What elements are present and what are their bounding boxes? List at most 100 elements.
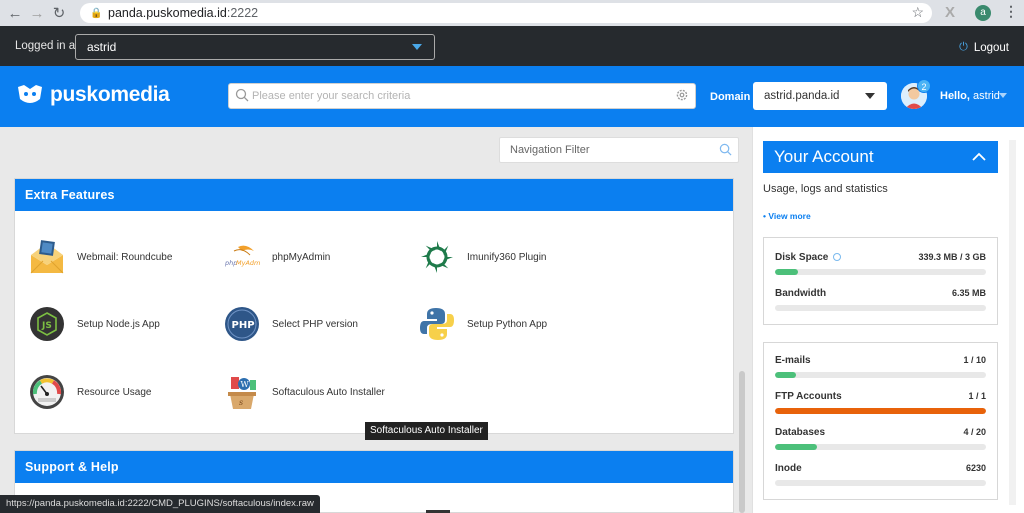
view-more-link[interactable]: • View more: [763, 211, 811, 221]
your-account-title: Your Account: [774, 147, 874, 166]
roundcube-icon: [29, 239, 65, 275]
feature-label: Resource Usage: [77, 386, 152, 398]
svg-text:MyAdmin: MyAdmin: [236, 259, 260, 267]
gauge-icon: [29, 374, 65, 410]
feature-label: Imunify360 Plugin: [467, 251, 547, 263]
caret-down-icon: [412, 44, 422, 50]
extension-icon[interactable]: X: [945, 4, 955, 21]
stat-name: Disk Space: [775, 252, 842, 263]
progress-fill: [775, 269, 799, 275]
forward-arrow-icon[interactable]: →: [26, 0, 48, 26]
stat-value: 1 / 10: [963, 355, 986, 365]
php-icon: PHP: [224, 306, 260, 342]
domain-select[interactable]: astrid.panda.id: [753, 82, 887, 110]
progress-track: [775, 269, 986, 275]
user-greeting[interactable]: Hello, astrid: [940, 90, 1000, 102]
feature-label: Setup Python App: [467, 318, 548, 330]
progress-track: [775, 444, 986, 450]
browser-toolbar: ← → ↻ 🔒 panda.puskomedia.id:2222 ☆ X a ⋮: [0, 0, 1024, 26]
progress-track: [775, 408, 986, 414]
hello-user: astrid: [973, 90, 1000, 102]
reload-icon[interactable]: ↻: [48, 0, 70, 26]
logged-in-label: Logged in as: [15, 40, 81, 52]
user-select-value: astrid: [87, 40, 117, 54]
feature-resource-usage[interactable]: Resource Usage: [29, 374, 151, 410]
search-box[interactable]: [228, 83, 696, 109]
bookmark-star-icon[interactable]: ☆: [911, 4, 924, 21]
account-subtitle: Usage, logs and statistics: [763, 183, 888, 195]
tooltip: Softaculous Auto Installer: [365, 422, 488, 440]
brand-logo[interactable]: puskomedia: [16, 83, 170, 107]
svg-text:W: W: [241, 380, 250, 389]
url-port: :2222: [226, 6, 259, 20]
svg-text:s: s: [239, 398, 243, 407]
extra-features-panel: Extra Features Webmail: Roundcube php My…: [14, 178, 734, 434]
svg-text:JS: JS: [41, 321, 52, 331]
usage-box-storage: Disk Space 339.3 MB / 3 GB Bandwidth 6.3…: [763, 237, 998, 325]
back-arrow-icon[interactable]: ←: [4, 0, 26, 26]
stat-value: 4 / 20: [963, 427, 986, 437]
feature-nodejs[interactable]: JS Setup Node.js App: [29, 306, 160, 342]
login-bar: Logged in as astrid ⏻ Logout: [0, 26, 1024, 66]
feature-python[interactable]: Setup Python App: [419, 306, 547, 342]
logout-button[interactable]: ⏻ Logout: [959, 41, 1009, 54]
feature-label: Softaculous Auto Installer: [272, 386, 385, 398]
stat-name: Bandwidth: [775, 288, 827, 299]
brand-name: puskomedia: [50, 83, 170, 106]
lock-icon: 🔒: [90, 8, 103, 19]
search-input[interactable]: [252, 87, 672, 105]
sidebar-scrollbar[interactable]: [1009, 140, 1016, 505]
main-scrollbar[interactable]: [739, 371, 745, 513]
main-content: Extra Features Webmail: Roundcube php: [0, 127, 745, 513]
logout-label: Logout: [973, 41, 1009, 54]
progress-fill: [775, 444, 818, 450]
stat-value: 1 / 1: [968, 391, 986, 401]
stat-value: 6.35 MB: [951, 288, 986, 298]
address-bar[interactable]: 🔒 panda.puskomedia.id:2222 ☆: [80, 3, 932, 23]
svg-text:PHP: PHP: [232, 320, 255, 331]
chevron-up-icon[interactable]: [972, 150, 986, 164]
notification-badge[interactable]: 2: [917, 79, 931, 93]
progress-track: [775, 305, 986, 311]
feature-softaculous[interactable]: W s Softaculous Auto Installer: [224, 374, 385, 410]
navigation-filter[interactable]: [499, 137, 739, 163]
profile-avatar[interactable]: a: [975, 5, 991, 21]
power-icon: ⏻: [959, 41, 968, 53]
caret-down-icon: [865, 93, 875, 99]
feature-label: Select PHP version: [272, 318, 358, 330]
top-header: puskomedia Domain astrid.panda.id 2 Hell…: [0, 66, 1024, 127]
stat-name: FTP Accounts: [775, 391, 842, 402]
hello-prefix: Hello,: [940, 90, 970, 102]
softaculous-icon: W s: [224, 374, 260, 410]
usage-box-accounts: E-mails 1 / 10 FTP Accounts 1 / 1 Databa…: [763, 342, 998, 500]
extra-features-title: Extra Features: [15, 179, 733, 211]
gear-icon[interactable]: [675, 88, 689, 102]
support-title: Support & Help: [15, 451, 733, 483]
url-host: panda.puskomedia.id: [108, 6, 227, 20]
navigation-filter-input[interactable]: [510, 142, 710, 158]
feature-phpmyadmin[interactable]: php MyAdmin phpMyAdmin: [224, 239, 330, 275]
feature-label: Webmail: Roundcube: [77, 251, 173, 263]
account-sidebar: Your Account Usage, logs and statistics …: [752, 127, 1024, 513]
search-icon: [719, 143, 732, 156]
imunify360-icon: [419, 239, 455, 275]
caret-down-icon[interactable]: [999, 93, 1007, 98]
user-select[interactable]: astrid: [75, 34, 435, 60]
feature-roundcube[interactable]: Webmail: Roundcube: [29, 239, 172, 275]
browser-menu-icon[interactable]: ⋮: [1004, 3, 1018, 20]
stat-value: 339.3 MB / 3 GB: [918, 252, 986, 262]
status-url: https://panda.puskomedia.id:2222/CMD_PLU…: [0, 495, 320, 513]
python-icon: [419, 306, 455, 342]
stat-name: Inode: [775, 463, 802, 474]
feature-label: phpMyAdmin: [272, 251, 331, 263]
nodejs-icon: JS: [29, 306, 65, 342]
progress-fill: [775, 408, 986, 414]
your-account-header[interactable]: Your Account: [763, 141, 998, 173]
progress-fill: [775, 372, 797, 378]
feature-imunify360[interactable]: Imunify360 Plugin: [419, 239, 547, 275]
refresh-icon[interactable]: [833, 253, 842, 261]
stat-name: E-mails: [775, 355, 811, 366]
progress-track: [775, 480, 986, 486]
feature-php-version[interactable]: PHP Select PHP version: [224, 306, 358, 342]
feature-label: Setup Node.js App: [77, 318, 160, 330]
